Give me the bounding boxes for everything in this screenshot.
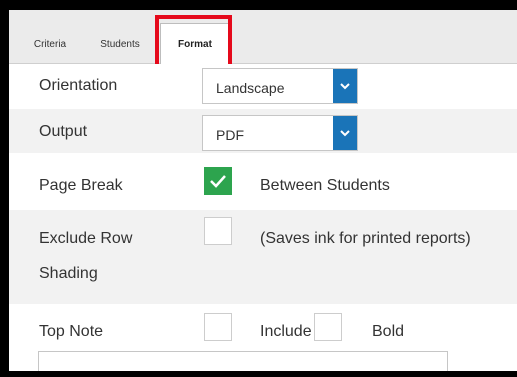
page-break-checkbox[interactable] <box>204 167 232 195</box>
page-break-option-label: Between Students <box>260 177 390 194</box>
tab-criteria[interactable]: Criteria <box>26 24 74 64</box>
orientation-select[interactable]: Landscape <box>202 68 358 104</box>
window-border-bottom <box>0 371 517 377</box>
page-break-row: Page Break Between Students <box>9 153 517 210</box>
output-row: Output PDF <box>9 109 517 153</box>
tab-bar: Criteria Students Format <box>9 10 517 64</box>
tab-students-label: Students <box>100 38 140 50</box>
window-border-left <box>0 0 9 377</box>
exclude-row-shading-label-line1: Exclude Row <box>39 230 133 247</box>
exclude-row-shading-label-line2: Shading <box>39 265 98 282</box>
exclude-row-shading-option-label: (Saves ink for printed reports) <box>260 230 471 247</box>
orientation-label: Orientation <box>39 77 118 94</box>
chevron-down-icon <box>333 116 357 150</box>
page-break-label: Page Break <box>39 177 123 194</box>
tab-format-label: Format <box>178 38 212 50</box>
report-options-panel: Criteria Students Format Orientation Lan… <box>9 10 517 371</box>
top-note-text-input[interactable] <box>38 351 448 371</box>
top-note-bold-checkbox[interactable] <box>314 313 342 341</box>
tab-criteria-label: Criteria <box>33 38 67 50</box>
exclude-row-shading-checkbox[interactable] <box>204 217 232 245</box>
output-label: Output <box>39 123 88 140</box>
tab-students[interactable]: Students <box>92 24 148 64</box>
chevron-down-icon <box>333 69 357 103</box>
top-note-include-label: Include <box>260 323 312 340</box>
exclude-row-shading-row: Exclude Row Shading (Saves ink for print… <box>9 210 517 304</box>
top-note-include-checkbox[interactable] <box>204 313 232 341</box>
output-select[interactable]: PDF <box>202 115 358 151</box>
top-note-label: Top Note <box>39 323 104 340</box>
orientation-row: Orientation Landscape <box>9 64 517 109</box>
window-border-top <box>0 0 517 10</box>
output-value: PDF <box>216 127 244 143</box>
tab-format[interactable]: Format <box>160 23 230 64</box>
orientation-value: Landscape <box>216 80 285 96</box>
top-note-bold-label: Bold <box>372 323 405 340</box>
checkmark-icon <box>210 175 226 188</box>
